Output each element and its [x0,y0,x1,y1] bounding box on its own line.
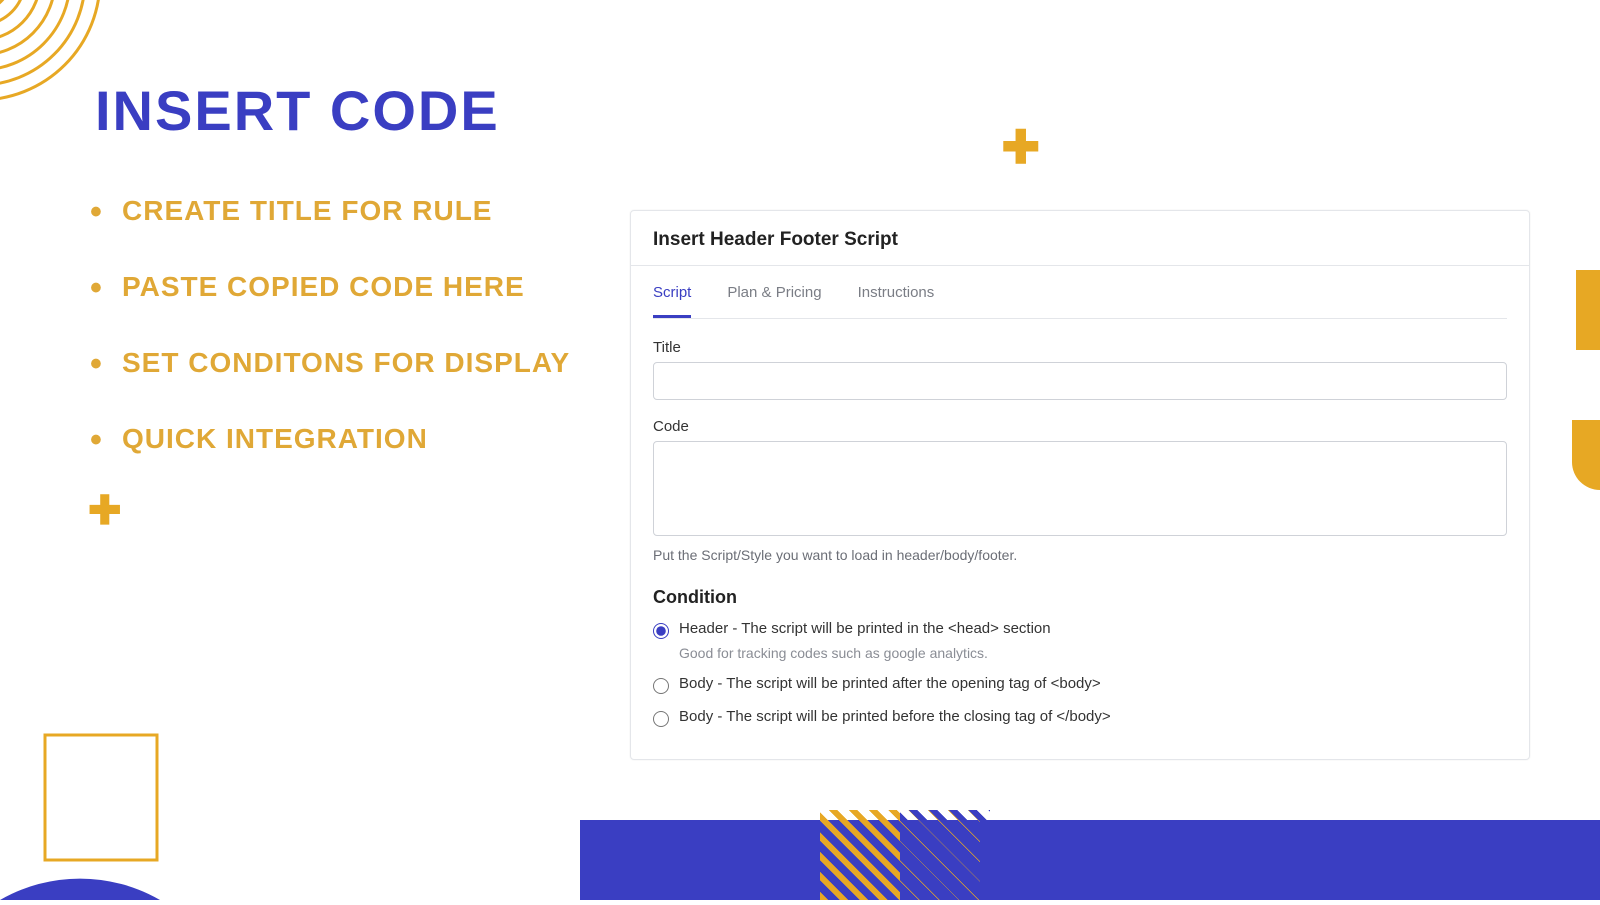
code-helper-text: Put the Script/Style you want to load in… [653,547,1507,563]
bullet-item: CREATE TITLE FOR RULE [90,195,570,227]
decorative-quarter-circle [0,700,180,900]
decorative-block [1576,270,1600,350]
radio-label: Body - The script will be printed after … [679,675,1101,692]
radio-label: Body - The script will be printed before… [679,708,1111,725]
plus-icon: ✚ [1001,120,1040,174]
tab-plan-pricing[interactable]: Plan & Pricing [727,284,821,318]
bullet-item: SET CONDITONS FOR DISPLAY [90,347,570,379]
radio-label: Header - The script will be printed in t… [679,620,1051,637]
condition-option-header[interactable]: Header - The script will be printed in t… [653,620,1507,639]
tabs: Script Plan & Pricing Instructions [653,266,1507,319]
panel-title: Insert Header Footer Script [631,211,1529,266]
bullet-item: PASTE COPIED CODE HERE [90,271,570,303]
radio-subtext: Good for tracking codes such as google a… [679,645,1507,661]
radio-body-open[interactable] [653,678,669,694]
page-title: INSERT CODE [95,78,500,143]
code-textarea[interactable] [653,441,1507,536]
decorative-band [580,820,1600,900]
form-panel: Insert Header Footer Script Script Plan … [630,210,1530,760]
code-label: Code [653,418,1507,435]
condition-option-body-open[interactable]: Body - The script will be printed after … [653,675,1507,694]
bullet-item: QUICK INTEGRATION [90,423,570,455]
bullet-list: CREATE TITLE FOR RULE PASTE COPIED CODE … [90,195,570,499]
title-label: Title [653,339,1507,356]
radio-header[interactable] [653,623,669,639]
tab-instructions[interactable]: Instructions [858,284,935,318]
condition-heading: Condition [653,587,1507,608]
condition-option-body-close[interactable]: Body - The script will be printed before… [653,708,1507,727]
decorative-block [1572,420,1600,490]
radio-body-close[interactable] [653,711,669,727]
tab-script[interactable]: Script [653,284,691,318]
title-input[interactable] [653,362,1507,400]
decorative-hatch [900,810,990,900]
